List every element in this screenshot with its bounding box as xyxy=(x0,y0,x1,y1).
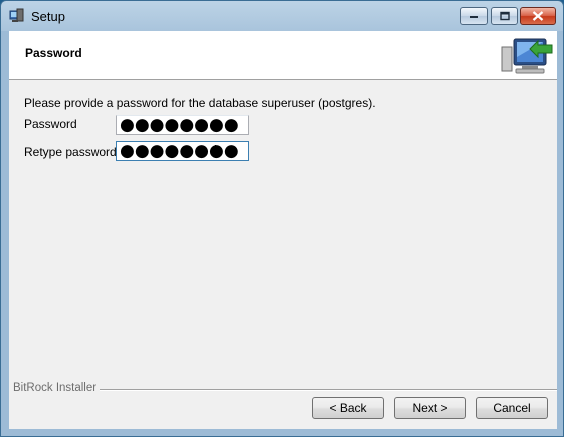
next-button[interactable]: Next > xyxy=(394,397,466,419)
password-field[interactable]: ●●●●●●●● xyxy=(116,115,249,135)
password-label: Password xyxy=(24,117,77,131)
maximize-button[interactable] xyxy=(491,7,518,25)
password-value: ●●●●●●●● xyxy=(120,115,239,135)
text-caret xyxy=(215,145,216,158)
minimize-button[interactable] xyxy=(460,7,488,25)
retype-password-value: ●●●●●●●● xyxy=(120,141,239,161)
dialog-body: Password Please provide a password for t… xyxy=(9,31,557,429)
retype-password-label: Retype password xyxy=(24,145,117,159)
setup-window: Setup Password Please provide a password… xyxy=(0,0,564,437)
minimize-icon xyxy=(470,16,478,18)
window-title: Setup xyxy=(31,9,65,24)
page-title: Password xyxy=(25,46,82,60)
setup-app-icon xyxy=(9,8,24,22)
cancel-button[interactable]: Cancel xyxy=(476,397,548,419)
retype-password-field[interactable]: ●●●●●●●● xyxy=(116,141,249,161)
close-button[interactable] xyxy=(520,7,556,25)
close-icon xyxy=(532,11,544,21)
back-button[interactable]: < Back xyxy=(312,397,384,419)
instructions-text: Please provide a password for the databa… xyxy=(24,96,376,110)
wizard-header: Password xyxy=(9,31,557,80)
title-bar[interactable]: Setup xyxy=(1,1,563,31)
computer-with-arrow-icon xyxy=(501,38,553,74)
maximize-icon xyxy=(499,11,510,21)
installer-label: BitRock Installer xyxy=(13,382,101,394)
